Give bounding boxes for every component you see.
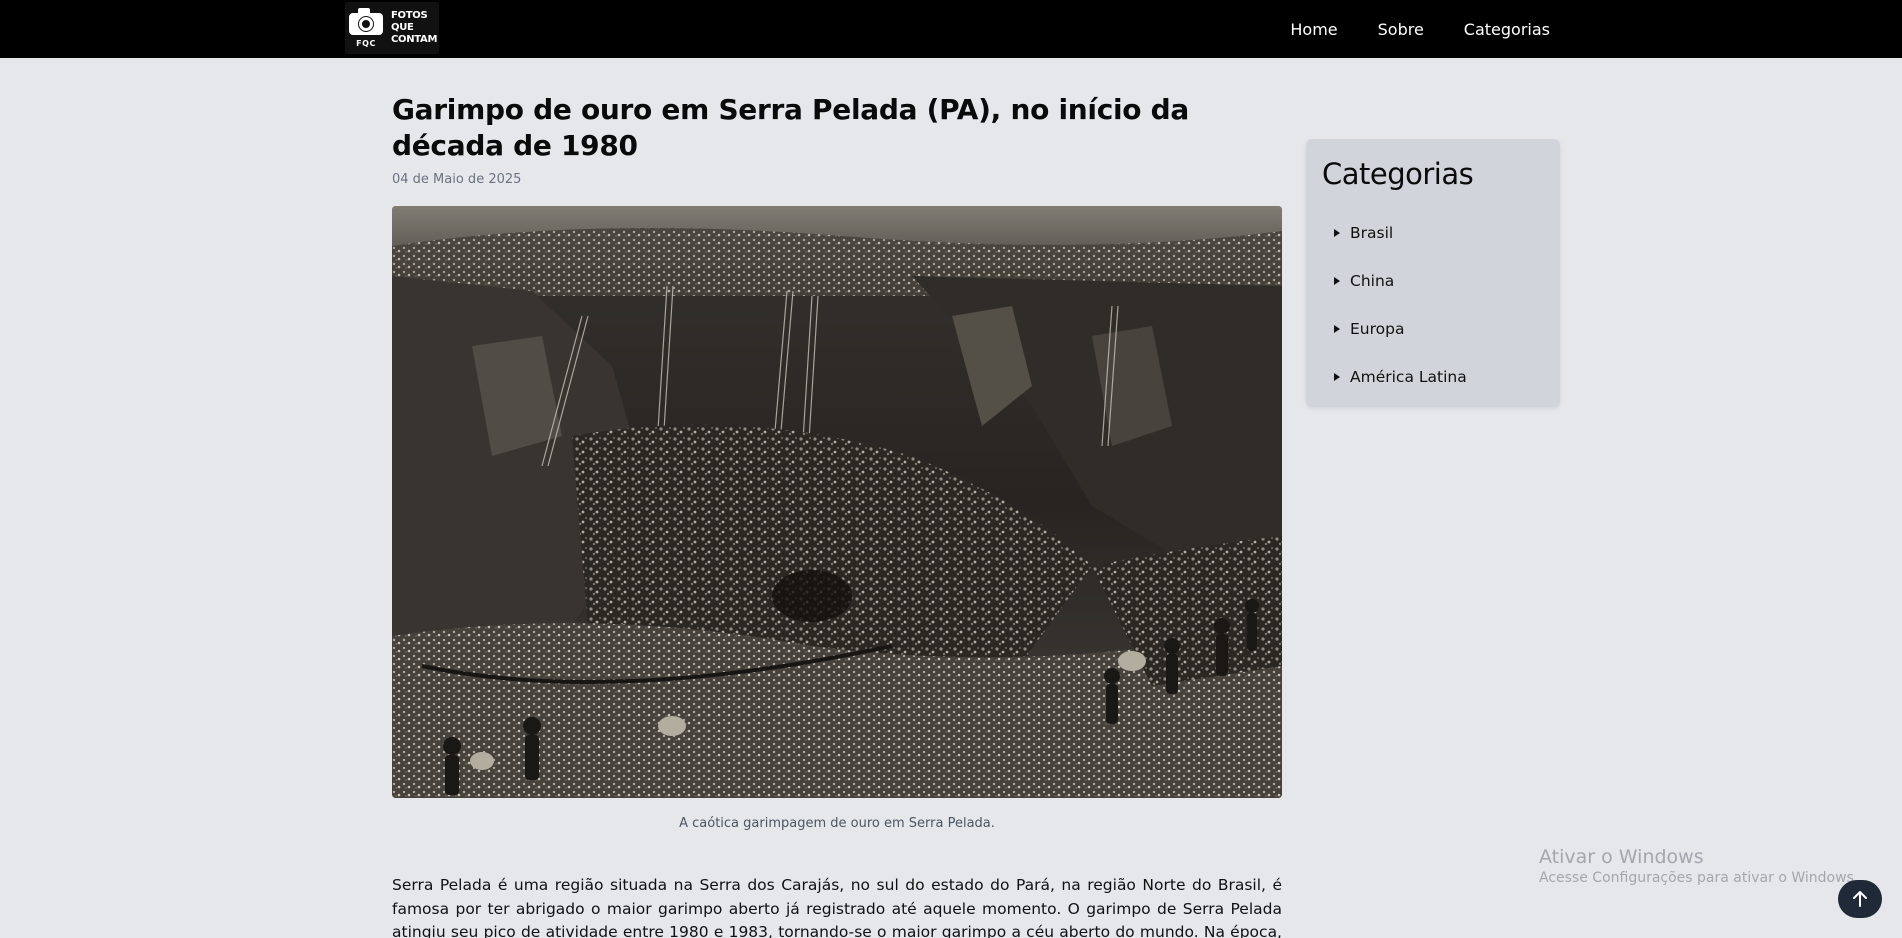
triangle-right-icon [1334,229,1340,237]
sidebar-item-label: América Latina [1350,368,1467,386]
sidebar-item-america-latina[interactable]: América Latina [1322,353,1544,401]
nav-link-sobre[interactable]: Sobre [1378,20,1424,39]
logo-line: QUE [391,22,414,33]
site-logo[interactable]: FQC FOTOS QUE CONTAM [345,2,439,54]
article-photo [392,206,1282,798]
main-nav: Home Sobre Categorias [1290,0,1550,58]
logo-line: CONTAM [391,34,438,45]
sidebar-item-europa[interactable]: Europa [1322,305,1544,353]
nav-link-categorias[interactable]: Categorias [1464,20,1550,39]
watermark-title: Ativar o Windows [1539,846,1704,868]
logo-abbr: FQC [356,38,376,48]
sidebar-item-brasil[interactable]: Brasil [1322,209,1544,257]
watermark-subtitle: Acesse Configurações para ativar o Windo… [1539,870,1859,886]
photo-caption: A caótica garimpagem de ouro em Serra Pe… [679,816,995,831]
camera-icon: FQC [345,2,387,54]
navbar: FQC FOTOS QUE CONTAM Home Sobre Categori… [0,0,1902,58]
categories-sidebar: Categorias Brasil China Europa América L… [1306,139,1560,407]
article-body: Serra Pelada é uma região situada na Ser… [392,876,1282,938]
arrow-up-icon [1853,891,1867,907]
windows-activation-watermark: Ativar o Windows Acesse Configurações pa… [1539,845,1858,887]
back-to-top-button[interactable] [1838,880,1882,918]
logo-text: FOTOS QUE CONTAM [391,10,437,46]
sidebar-item-label: Brasil [1350,224,1394,242]
sidebar-item-china[interactable]: China [1322,257,1544,305]
logo-line: FOTOS [391,10,428,21]
article-title: Garimpo de ouro em Serra Pelada (PA), no… [392,93,1190,162]
article-date: 04 de Maio de 2025 [392,172,522,187]
triangle-right-icon [1334,373,1340,381]
sidebar-item-label: Europa [1350,320,1405,338]
triangle-right-icon [1334,325,1340,333]
sidebar-title: Categorias [1322,157,1474,191]
sidebar-item-label: China [1350,272,1395,290]
nav-link-home[interactable]: Home [1290,20,1337,39]
triangle-right-icon [1334,277,1340,285]
